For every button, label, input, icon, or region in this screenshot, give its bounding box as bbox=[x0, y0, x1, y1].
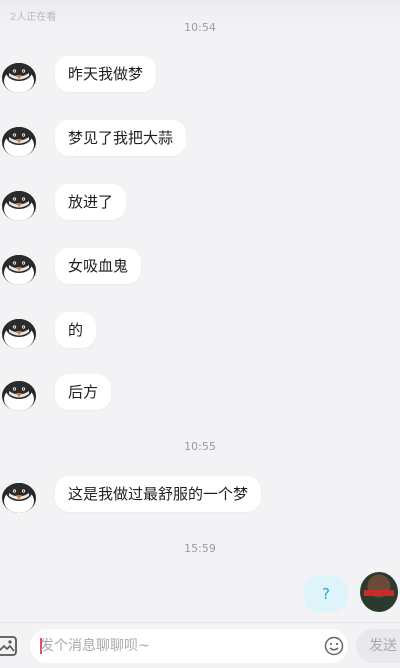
penguin-avatar-icon[interactable] bbox=[0, 374, 38, 412]
message-bubble[interactable]: 这是我做过最舒服的一个梦 bbox=[55, 476, 262, 512]
penguin-avatar-icon[interactable] bbox=[0, 56, 38, 94]
image-icon[interactable] bbox=[0, 635, 18, 657]
my-message-bubble[interactable]: ? bbox=[304, 576, 348, 612]
message-row: 昨天我做梦 bbox=[0, 56, 400, 96]
message-bubble[interactable]: 的 bbox=[55, 312, 97, 348]
avatar-decoration bbox=[364, 590, 394, 596]
message-row: 的 bbox=[0, 312, 400, 352]
emoji-icon[interactable] bbox=[324, 636, 344, 656]
penguin-avatar-icon[interactable] bbox=[0, 248, 38, 286]
message-row: 后方 bbox=[0, 374, 400, 414]
penguin-avatar-icon[interactable] bbox=[0, 476, 38, 514]
timestamp: 10:55 bbox=[184, 440, 216, 453]
penguin-avatar-icon[interactable] bbox=[0, 312, 38, 350]
input-bar: 发送 bbox=[0, 622, 400, 668]
message-row: 梦见了我把大蒜 bbox=[0, 120, 400, 160]
message-bubble[interactable]: 梦见了我把大蒜 bbox=[55, 120, 187, 156]
timestamp: 15:59 bbox=[184, 542, 216, 555]
message-row: 女吸血鬼 bbox=[0, 248, 400, 288]
message-input[interactable] bbox=[40, 629, 320, 663]
send-button[interactable]: 发送 bbox=[356, 629, 400, 663]
message-row: 这是我做过最舒服的一个梦 bbox=[0, 476, 400, 516]
timestamp: 10:54 bbox=[184, 21, 216, 34]
message-bubble[interactable]: 后方 bbox=[55, 374, 112, 410]
message-row: 放进了 bbox=[0, 184, 400, 224]
message-bubble[interactable]: 昨天我做梦 bbox=[55, 56, 157, 92]
my-message-row: ? bbox=[280, 572, 400, 614]
penguin-avatar-icon[interactable] bbox=[0, 120, 38, 158]
message-input-box[interactable] bbox=[30, 629, 348, 663]
penguin-avatar-icon[interactable] bbox=[0, 184, 38, 222]
message-bubble[interactable]: 女吸血鬼 bbox=[55, 248, 142, 284]
my-avatar[interactable] bbox=[360, 572, 398, 612]
message-bubble[interactable]: 放进了 bbox=[55, 184, 127, 220]
